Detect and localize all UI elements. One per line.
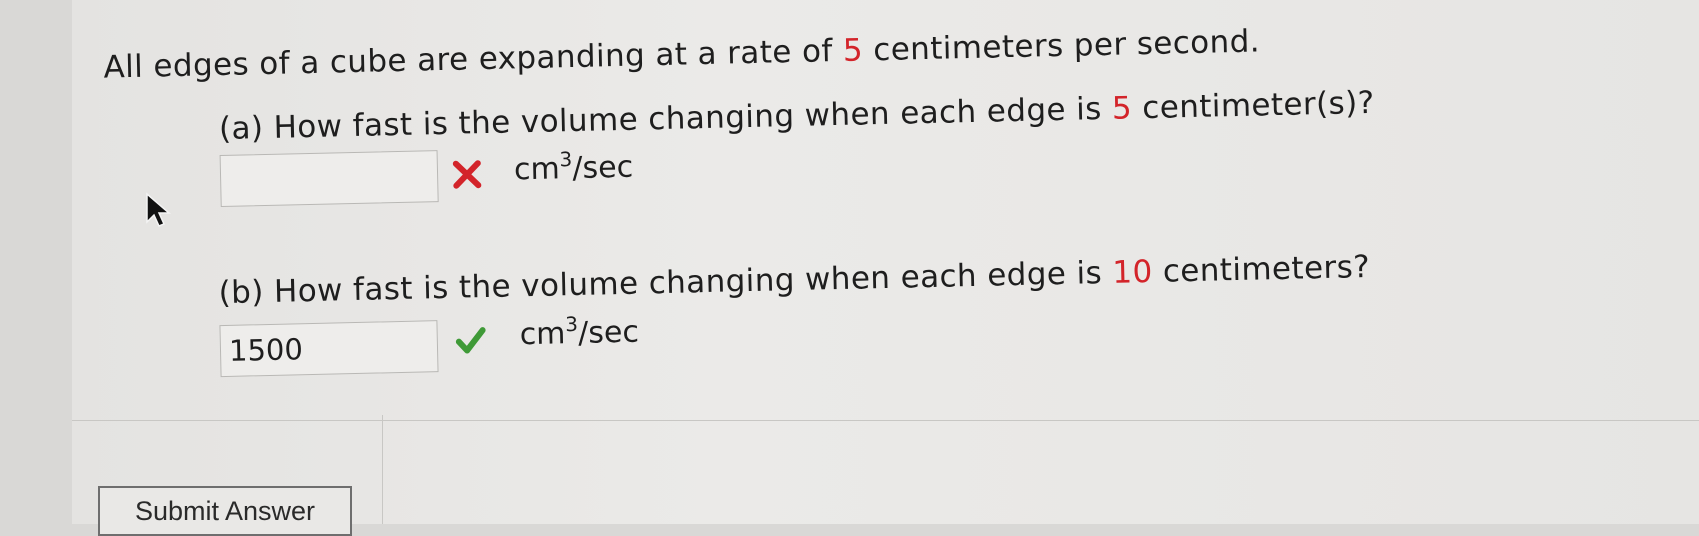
part-a-edge-value: 5 <box>1111 90 1133 127</box>
question-intro: All edges of a cube are expanding at a r… <box>103 23 1260 85</box>
unit-base: cm <box>519 316 566 353</box>
unit-exponent: 3 <box>564 311 579 337</box>
mouse-pointer-icon <box>146 192 172 227</box>
intro-text-prefix: All edges of a cube are expanding at a r… <box>103 32 844 86</box>
intro-text-suffix: centimeters per second. <box>862 23 1261 69</box>
part-b-unit: cm3/sec <box>519 311 640 353</box>
unit-rate: /sec <box>572 149 634 187</box>
part-a-text-suffix: centimeter(s)? <box>1131 84 1375 127</box>
footer-separator <box>382 415 383 524</box>
check-mark-icon <box>455 327 486 354</box>
part-b-text-suffix: centimeters? <box>1152 248 1371 290</box>
part-a-answer-input[interactable] <box>219 150 439 208</box>
unit-rate: /sec <box>577 314 640 351</box>
part-b-answer-input[interactable]: 1500 <box>219 320 439 378</box>
part-a-question: (a) How fast is the volume changing when… <box>219 85 1375 147</box>
unit-base: cm <box>513 151 561 188</box>
part-b-text-prefix: (b) How fast is the volume changing when… <box>218 254 1113 312</box>
question-content: All edges of a cube are expanding at a r… <box>0 0 1699 524</box>
part-b-edge-value: 10 <box>1111 253 1154 291</box>
unit-exponent: 3 <box>559 147 573 172</box>
x-mark-icon <box>452 160 482 189</box>
submit-answer-button[interactable]: Submit Answer <box>98 486 352 536</box>
part-a-text-prefix: (a) How fast is the volume changing when… <box>218 90 1113 148</box>
intro-rate-value: 5 <box>842 32 864 69</box>
footer-divider <box>72 420 1699 421</box>
part-a-unit: cm3/sec <box>513 146 634 188</box>
part-b-question: (b) How fast is the volume changing when… <box>218 249 1370 311</box>
